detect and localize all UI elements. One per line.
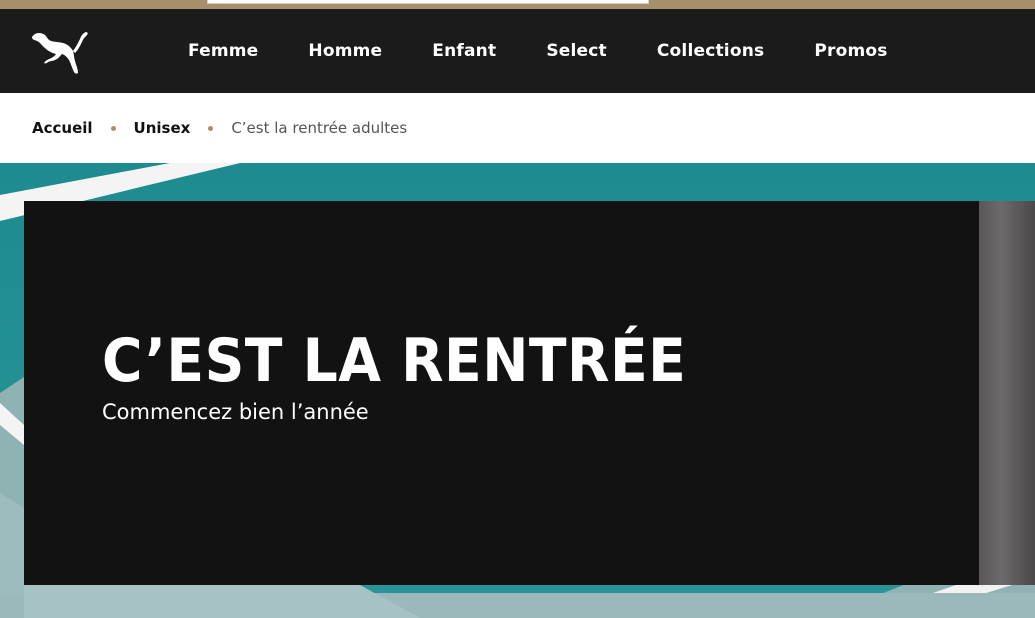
breadcrumb-item-unisex[interactable]: Unisex — [134, 119, 191, 137]
main-nav: Femme Homme Enfant Select Collections Pr… — [0, 9, 1035, 93]
hero-banner[interactable]: C’EST LA RENTRÉE Commencez bien l’année — [0, 163, 1035, 618]
hero-title: C’EST LA RENTRÉE — [102, 326, 687, 396]
nav-item-homme[interactable]: Homme — [283, 41, 407, 61]
nav-item-select[interactable]: Select — [521, 41, 632, 61]
top-strip — [0, 0, 1035, 9]
page: Femme Homme Enfant Select Collections Pr… — [0, 0, 1035, 618]
hero-panel: C’EST LA RENTRÉE Commencez bien l’année — [24, 201, 979, 585]
nav-item-enfant[interactable]: Enfant — [407, 41, 521, 61]
breadcrumb: Accueil Unisex C’est la rentrée adultes — [0, 93, 1035, 163]
nav-menu: Femme Homme Enfant Select Collections Pr… — [163, 9, 913, 93]
puma-logo-icon[interactable] — [30, 29, 90, 75]
nav-item-femme[interactable]: Femme — [163, 41, 283, 61]
nav-item-collections[interactable]: Collections — [632, 41, 789, 61]
search-bar-edge[interactable] — [207, 0, 649, 4]
hero-product-image — [979, 201, 1035, 585]
breadcrumb-separator — [110, 125, 116, 131]
breadcrumb-separator — [208, 125, 214, 131]
breadcrumb-item-accueil[interactable]: Accueil — [32, 119, 93, 137]
nav-item-promos[interactable]: Promos — [789, 41, 912, 61]
hero-subtitle: Commencez bien l’année — [102, 400, 369, 424]
breadcrumb-item-current: C’est la rentrée adultes — [231, 119, 408, 137]
